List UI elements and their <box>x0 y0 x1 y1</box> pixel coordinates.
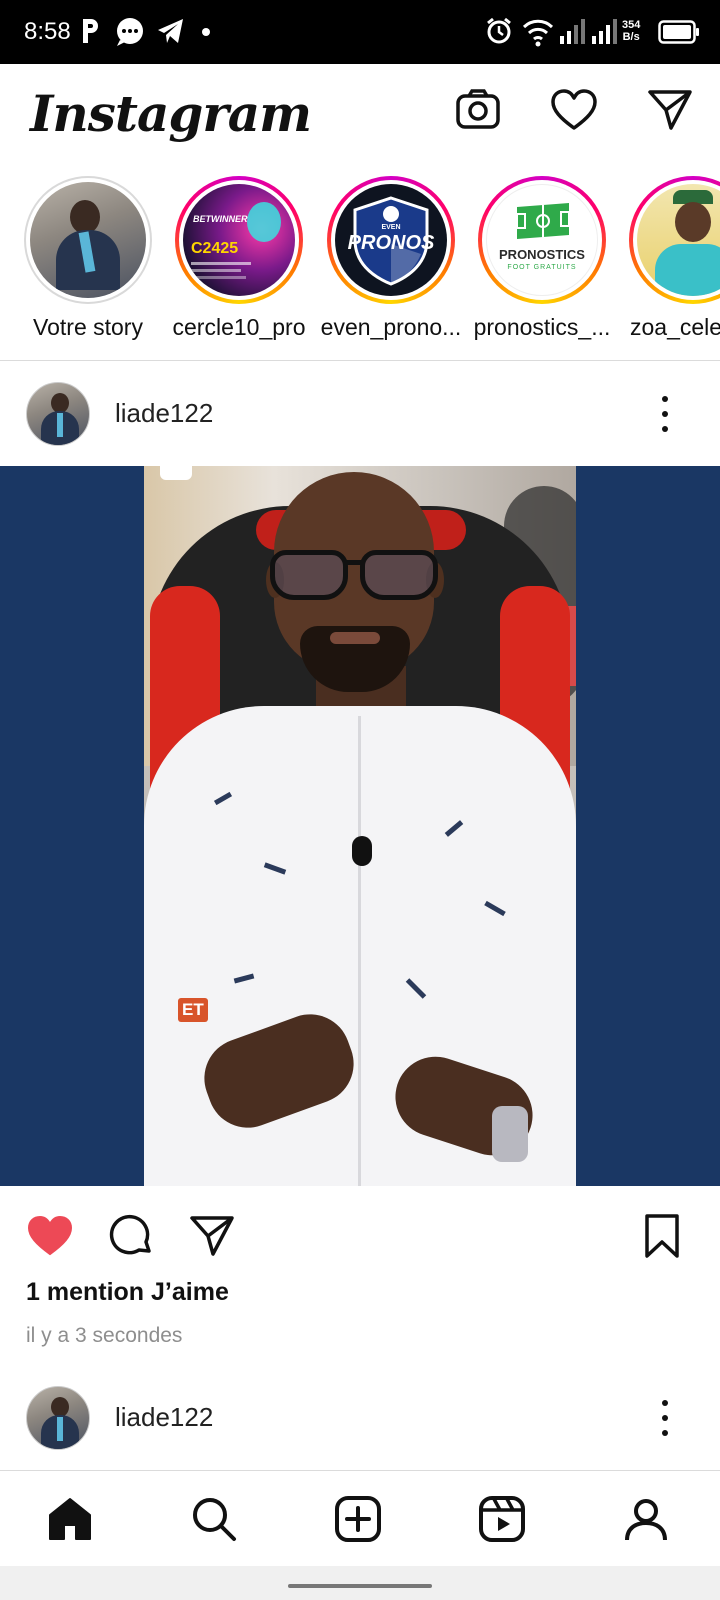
story-label: cercle10_pro <box>172 314 306 340</box>
home-gesture-bar[interactable] <box>288 1584 432 1588</box>
story-label: zoa_cele <box>630 314 720 340</box>
story-ring: EVEN PRONOS <box>327 176 455 304</box>
dot <box>662 1400 668 1406</box>
nav-add-post[interactable] <box>330 1491 386 1547</box>
search-icon <box>193 1498 236 1541</box>
nav-home[interactable] <box>42 1491 98 1547</box>
post-username[interactable]: liade122 <box>115 398 213 429</box>
telegram-icon <box>158 19 183 43</box>
send-icon <box>648 90 692 130</box>
dot <box>662 411 668 417</box>
share-button[interactable] <box>186 1210 238 1262</box>
story-ring <box>24 176 152 304</box>
network-speed-value: 354 <box>622 19 641 31</box>
send-icon <box>190 1216 234 1256</box>
gesture-area <box>0 1566 720 1600</box>
post-media[interactable]: ET <box>0 466 720 1186</box>
comment-button[interactable] <box>106 1210 158 1262</box>
bookmark-icon <box>645 1214 679 1258</box>
avatar: BETWINNER C2425 <box>183 184 295 296</box>
heart-icon <box>551 89 597 130</box>
likes-count[interactable]: 1 mention J’aime <box>26 1278 229 1307</box>
story-logo-top: EVEN <box>381 224 401 231</box>
home-icon <box>49 1498 91 1540</box>
story-ring: BETWINNER C2425 <box>175 176 303 304</box>
profile-icon <box>625 1499 667 1541</box>
dot <box>662 1430 668 1436</box>
story-logo-text: PRONOSTICS <box>499 247 585 262</box>
story-label: Votre story <box>33 314 143 340</box>
story-badge-top: BETWINNER <box>193 214 248 224</box>
story-badge-text: C2425 <box>191 240 239 257</box>
video-overlay-text: ET <box>178 998 208 1022</box>
app-header: Instagram <box>0 64 720 164</box>
status-time: 8:58 <box>24 18 71 45</box>
divider <box>0 360 720 361</box>
more-options-button[interactable] <box>650 1396 680 1440</box>
nav-reels[interactable] <box>474 1491 530 1547</box>
network-speed-unit: B/s <box>622 31 640 43</box>
video-badge-icon <box>160 466 192 480</box>
alarm-icon <box>487 17 511 44</box>
avatar <box>637 184 720 296</box>
video-frame: ET <box>144 466 576 1186</box>
avatar[interactable] <box>26 1386 90 1450</box>
network-speed: 354 B/s <box>622 19 640 43</box>
story-ring: PRONOSTICS FOOT GRATUITS <box>478 176 606 304</box>
avatar: PRONOSTICS FOOT GRATUITS <box>486 184 598 296</box>
story-logo-text: PRONOS <box>347 232 435 254</box>
status-bar: 8:58 354 B/s <box>0 0 720 64</box>
camera-button[interactable] <box>452 84 504 136</box>
like-button[interactable] <box>24 1210 76 1262</box>
wifi-icon <box>522 19 554 47</box>
story-even-prono[interactable]: EVEN PRONOS even_prono... <box>316 176 466 341</box>
story-logo-sub: FOOT GRATUITS <box>507 264 577 271</box>
add-post-icon <box>335 1496 381 1542</box>
signal-icon <box>592 19 617 44</box>
story-cercle10-pro[interactable]: BETWINNER C2425 cercle10_pro <box>164 176 314 341</box>
story-label: pronostics_... <box>473 314 611 340</box>
bottom-nav <box>0 1470 720 1566</box>
post-header: liade122 <box>0 362 720 462</box>
avatar <box>30 182 146 298</box>
post-timestamp: il y a 3 secondes <box>26 1324 183 1347</box>
stories-tray: Votre story BETWINNER C2425 cercle10_pro <box>0 172 720 348</box>
message-bubble-icon <box>117 18 143 46</box>
more-options-button[interactable] <box>650 392 680 436</box>
activity-button[interactable] <box>548 84 600 136</box>
avatar: EVEN PRONOS <box>335 184 447 296</box>
camera-icon <box>456 89 500 129</box>
post-actions <box>0 1196 720 1272</box>
post-username[interactable]: liade122 <box>115 1402 213 1433</box>
avatar[interactable] <box>26 382 90 446</box>
heart-filled-icon <box>27 1215 73 1256</box>
story-ring <box>629 176 720 304</box>
story-own[interactable]: Votre story <box>13 176 163 341</box>
battery-icon <box>658 20 699 44</box>
direct-messages-button[interactable] <box>644 84 696 136</box>
nav-search[interactable] <box>186 1491 242 1547</box>
signal-icon <box>560 19 585 44</box>
p-icon <box>83 19 98 43</box>
dot <box>662 426 668 432</box>
football-field-icon <box>516 203 570 239</box>
reels-icon <box>479 1496 525 1542</box>
save-button[interactable] <box>636 1210 688 1262</box>
story-zoa-cele[interactable]: zoa_cele <box>618 176 720 341</box>
nav-profile[interactable] <box>618 1491 674 1547</box>
instagram-logo[interactable]: Instagram <box>30 84 312 143</box>
story-pronostics[interactable]: PRONOSTICS FOOT GRATUITS pronostics_... <box>467 176 617 341</box>
dot <box>662 396 668 402</box>
story-label: even_prono... <box>320 314 462 340</box>
post-header: liade122 <box>0 1366 720 1466</box>
dot <box>662 1415 668 1421</box>
dot-icon <box>202 28 210 36</box>
comment-icon <box>109 1214 151 1255</box>
